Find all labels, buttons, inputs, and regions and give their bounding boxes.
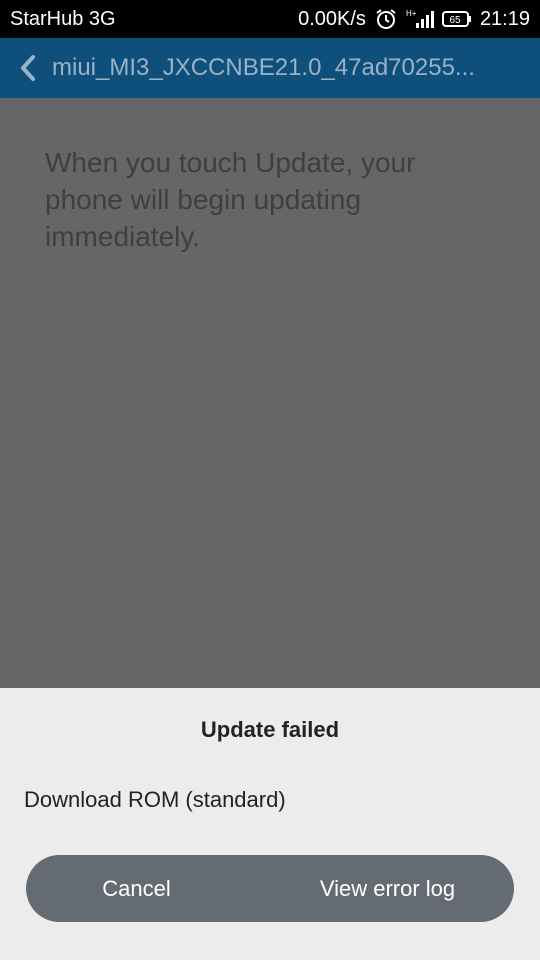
clock: 21:19	[479, 7, 530, 30]
battery-icon: 65	[441, 10, 472, 28]
content-area: When you touch Update, your phone will b…	[0, 98, 540, 688]
net-speed: 0.00K/s	[298, 7, 366, 30]
update-message: When you touch Update, your phone will b…	[45, 147, 416, 252]
dialog-title: Update failed	[200, 717, 340, 742]
svg-text:H+: H+	[406, 9, 417, 18]
cancel-button[interactable]: Cancel	[26, 855, 277, 922]
download-rom-option[interactable]: Download ROM (standard)	[24, 787, 286, 813]
status-bar: StarHub 3G 0.00K/s H+ 65 21:19	[0, 0, 540, 38]
page-title: miui_MI3_JXCCNBE21.0_47ad70255...	[52, 54, 475, 81]
alarm-clock-icon	[374, 8, 398, 30]
dialog-button-bar: Cancel View error log	[26, 855, 514, 922]
signal-h-plus-icon: H+	[406, 8, 434, 30]
update-failed-dialog: Update failed Download ROM (standard) Ca…	[0, 688, 540, 960]
status-indicators: 0.00K/s H+ 65 21:19	[298, 8, 530, 31]
action-bar: miui_MI3_JXCCNBE21.0_47ad70255...	[0, 38, 540, 98]
battery-level: 65	[449, 15, 461, 26]
chevron-left-icon[interactable]	[18, 54, 38, 82]
carrier-label: StarHub 3G	[10, 7, 116, 30]
view-error-log-button[interactable]: View error log	[277, 855, 514, 922]
